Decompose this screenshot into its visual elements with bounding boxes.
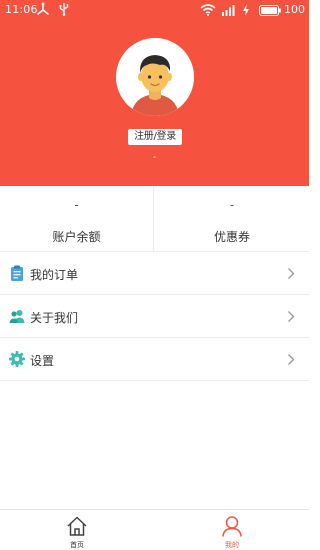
usb-debug-icon [37,2,49,15]
person-icon [222,516,242,537]
account-stats: - 账户余额 - 优惠券 [0,186,309,252]
menu-item-label: 我的订单 [30,268,79,282]
account-balance-value: - [74,198,79,212]
home-icon [67,516,87,536]
profile-header: 11:06 100 注册/登录 - [0,0,309,186]
status-left-icons [36,2,70,16]
avatar-icon [116,38,194,116]
menu-item-my-orders[interactable]: 我的订单 [0,252,309,295]
status-time: 11:06 [5,3,38,16]
account-balance-label: 账户余额 [52,230,101,244]
charging-icon [243,4,249,16]
tab-mine-label: 我的 [225,541,239,549]
menu-item-about-us[interactable]: 关于我们 [0,295,309,338]
chevron-right-icon [288,311,295,322]
tab-home-label: 首页 [70,541,84,549]
signal-icon [222,5,235,16]
menu-item-label: 设置 [30,354,55,368]
coupons-value: - [229,198,235,212]
wifi-icon [200,4,216,16]
chevron-right-icon [288,354,295,365]
clipboard-icon [11,265,23,281]
chevron-right-icon [288,268,295,279]
users-icon [9,310,25,323]
gear-icon [9,351,25,367]
tab-home[interactable]: 首页 [0,510,154,550]
account-balance[interactable]: - 账户余额 [0,186,154,252]
menu-list: 我的订单 关于我们 设置 [0,252,309,381]
register-login-button[interactable]: 注册/登录 [128,129,182,145]
usb-icon [59,3,68,16]
tab-mine[interactable]: 我的 [155,510,309,550]
username-text: - [152,152,157,163]
battery-icon [259,5,281,16]
battery-percent: 100 [284,3,305,16]
coupons[interactable]: - 优惠券 [155,186,309,252]
menu-item-label: 关于我们 [30,311,79,325]
bottom-tab-bar: 首页 我的 [0,509,309,550]
menu-item-settings[interactable]: 设置 [0,338,309,381]
coupons-label: 优惠券 [213,230,250,244]
avatar[interactable] [116,38,194,116]
status-bar: 11:06 100 [0,0,309,20]
